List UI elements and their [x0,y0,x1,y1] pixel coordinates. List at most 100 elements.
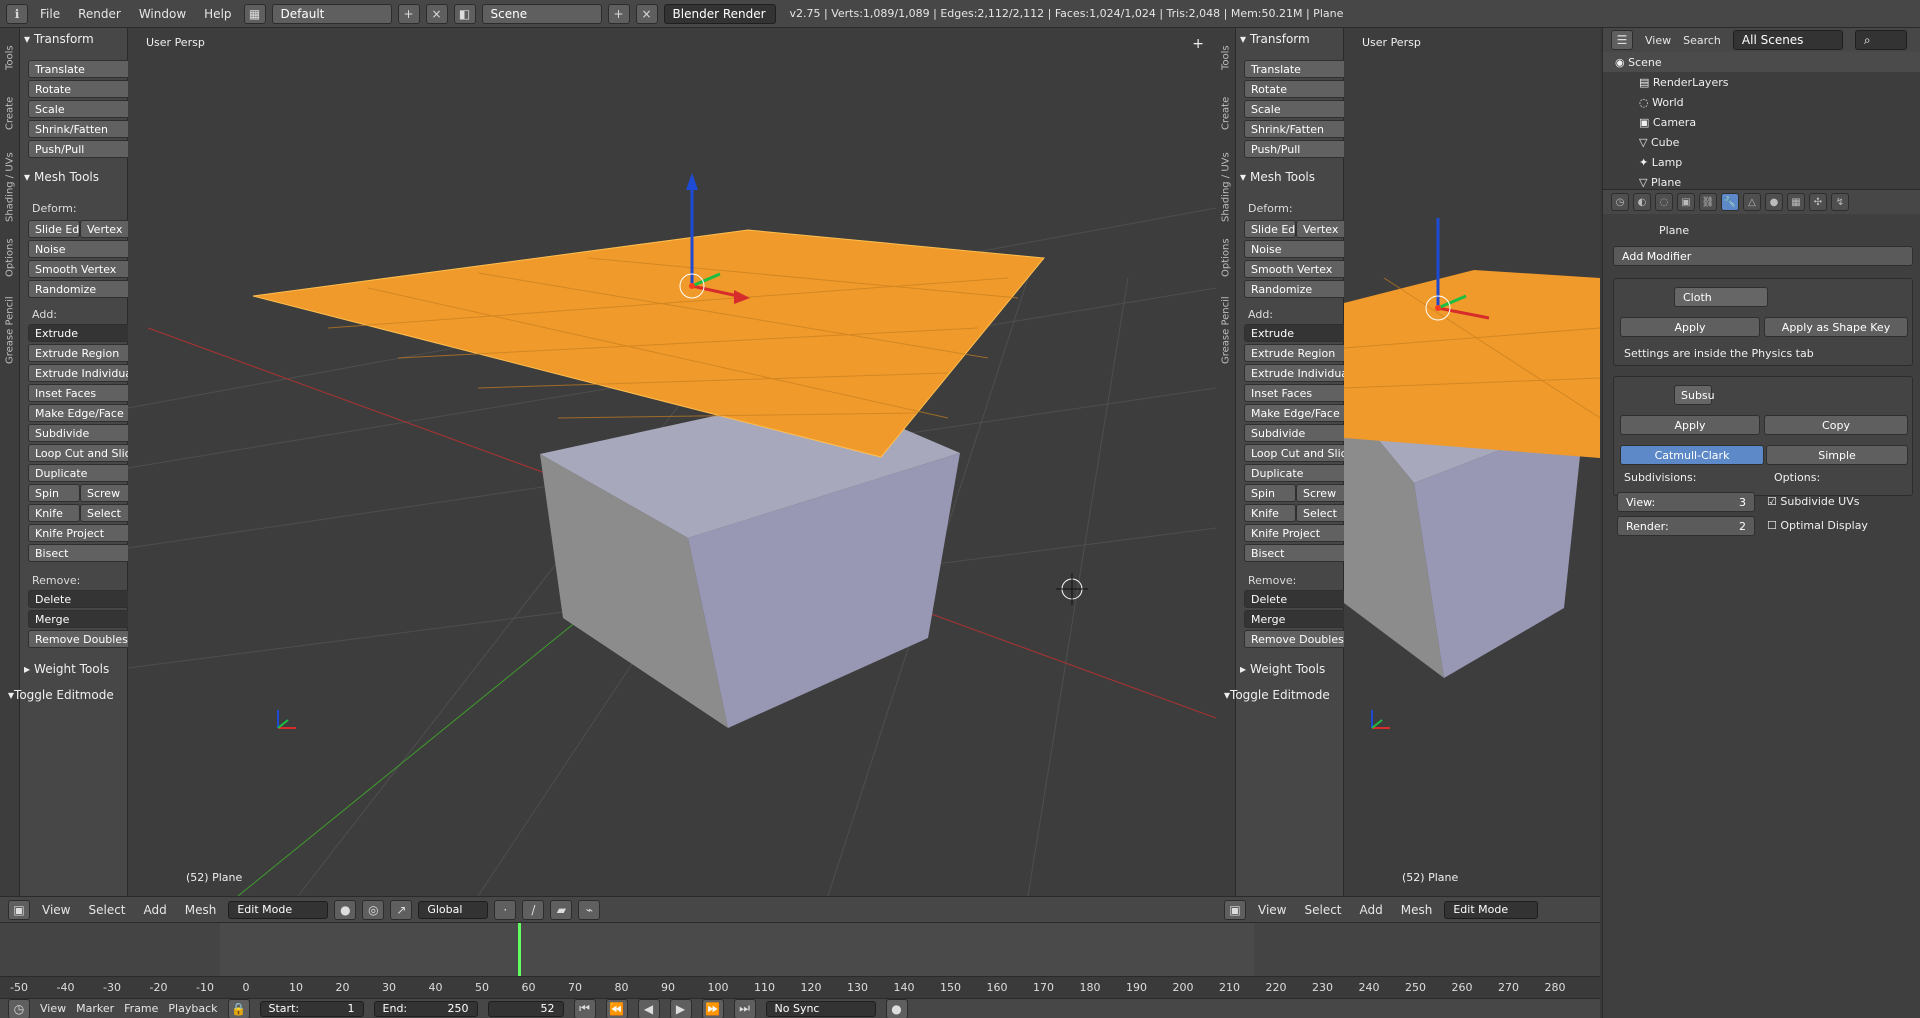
screw-button[interactable]: Screw [80,484,132,502]
shading-icon[interactable]: ● [334,899,357,920]
start-frame-field[interactable]: Start: 1 [259,1000,364,1017]
inset-faces-button[interactable]: Inset Faces [1244,384,1348,402]
tab-grease-pencil[interactable]: Grease Pencil [1216,290,1236,370]
frame-menu[interactable]: Frame [124,1002,158,1015]
cloth-apply-button[interactable]: Apply [1620,317,1760,337]
play-reverse-icon[interactable]: ◀ [637,999,660,1018]
transform-header[interactable]: ▾ Transform [24,30,124,48]
render-engine-selector[interactable]: Blender Render [663,3,776,24]
tab-options[interactable]: Options [1216,234,1236,282]
bisect-button[interactable]: Bisect [28,544,132,562]
knife-button[interactable]: Knife [28,504,80,522]
jump-end-icon[interactable]: ⏭ [733,999,756,1018]
orientation-selector[interactable]: Global [418,900,489,919]
tree-item-renderlayers[interactable]: ▤ RenderLayers [1603,72,1920,92]
editor-type-icon[interactable]: ▣ [1224,899,1246,920]
duplicate-button[interactable]: Duplicate [28,464,132,482]
vertex-button[interactable]: Vertex [80,220,132,238]
toggle-editmode-panel[interactable]: ▾ Toggle Editmode [0,686,128,704]
close-scene-icon[interactable]: × [635,3,658,24]
material-tab-icon[interactable]: ● [1765,193,1783,211]
next-key-icon[interactable]: ⏩ [701,999,724,1018]
add-menu[interactable]: Add [138,903,173,917]
tree-item-scene[interactable]: ◉ Scene [1603,52,1920,72]
edge-select-icon[interactable]: / [522,899,545,920]
remove-doubles-button[interactable]: Remove Doubles [28,630,132,648]
optimal-display-checkbox[interactable]: ☐ Optimal Display [1767,519,1868,532]
delete-dropdown[interactable]: Delete [1244,590,1348,608]
tab-create[interactable]: Create [0,86,20,140]
inset-faces-button[interactable]: Inset Faces [28,384,132,402]
data-tab-icon[interactable]: △ [1743,193,1761,211]
scale-button[interactable]: Scale [1244,100,1348,118]
screw-button[interactable]: Screw [1296,484,1348,502]
layout-grid-icon[interactable]: ▦ [243,3,266,24]
noise-button[interactable]: Noise [28,240,132,258]
timeline-editor[interactable] [0,922,1600,977]
bisect-button[interactable]: Bisect [1244,544,1348,562]
select-button[interactable]: Select [80,504,132,522]
randomize-button[interactable]: Randomize [28,280,132,298]
tab-shading-uvs[interactable]: Shading / UVs [1216,146,1236,228]
menu-file[interactable]: File [34,7,66,21]
constraints-tab-icon[interactable]: ⛓ [1699,193,1717,211]
tree-item-camera[interactable]: ▣ Camera [1603,112,1920,132]
tree-item-plane[interactable]: ▽ Plane [1603,172,1920,192]
face-select-icon[interactable]: ▰ [550,899,573,920]
end-frame-field[interactable]: End: 250 [373,1000,478,1017]
tab-shading-uvs[interactable]: Shading / UVs [0,146,20,228]
merge-dropdown[interactable]: Merge [1244,610,1348,628]
extrude-dropdown[interactable]: Extrude [1244,324,1348,342]
rotate-button[interactable]: Rotate [1244,80,1348,98]
main-3d-viewport[interactable]: User Persp (52) Plane + [128,28,1216,896]
play-icon[interactable]: ▶ [669,999,692,1018]
translate-button[interactable]: Translate [28,60,132,78]
select-button[interactable]: Select [1296,504,1348,522]
shrink-fatten-button[interactable]: Shrink/Fatten [28,120,132,138]
particles-tab-icon[interactable]: ✣ [1809,193,1827,211]
mesh-menu[interactable]: Mesh [1395,903,1439,917]
menu-window[interactable]: Window [133,7,192,21]
weight-tools-section[interactable]: ▸ Weight Tools [1240,660,1340,678]
render-subdivisions-field[interactable]: Render: 2 [1617,516,1755,536]
tree-item-world[interactable]: ◌ World [1603,92,1920,112]
tab-tools[interactable]: Tools [0,34,20,82]
sync-selector[interactable]: No Sync [765,1000,876,1017]
loop-cut-button[interactable]: Loop Cut and Slide [1244,444,1348,462]
add-scene-icon[interactable]: + [607,3,630,24]
spin-button[interactable]: Spin [28,484,80,502]
snap-icon[interactable]: ⌁ [578,899,601,920]
apply-shape-key-button[interactable]: Apply as Shape Key [1764,317,1908,337]
view-subdivisions-field[interactable]: View: 3 [1617,492,1755,512]
add-layout-icon[interactable]: + [397,3,420,24]
view-menu[interactable]: View [36,903,76,917]
editor-type-icon[interactable]: ◷ [8,999,30,1018]
make-edge-face-button[interactable]: Make Edge/Face [1244,404,1348,422]
extrude-region-button[interactable]: Extrude Region [1244,344,1348,362]
noise-button[interactable]: Noise [1244,240,1348,258]
editor-type-icon[interactable]: ☰ [1611,30,1633,50]
duplicate-button[interactable]: Duplicate [1244,464,1348,482]
extrude-dropdown[interactable]: Extrude [28,324,132,342]
spin-button[interactable]: Spin [1244,484,1296,502]
extrude-individual-button[interactable]: Extrude Individual [1244,364,1348,382]
scale-button[interactable]: Scale [28,100,132,118]
catmull-clark-option[interactable]: Catmull-Clark [1620,445,1764,465]
pivot-icon[interactable]: ◎ [362,899,385,920]
mesh-menu[interactable]: Mesh [179,903,223,917]
tree-item-cube[interactable]: ▽ Cube [1603,132,1920,152]
prev-key-icon[interactable]: ⏪ [605,999,628,1018]
close-layout-icon[interactable]: × [425,3,448,24]
scene-tab-icon[interactable]: ◐ [1633,193,1651,211]
transform-header[interactable]: ▾ Transform [1240,30,1340,48]
mode-selector[interactable]: Edit Mode [1444,900,1539,919]
blender-logo-icon[interactable]: ℹ [6,3,28,24]
add-modifier-dropdown[interactable]: Add Modifier [1613,246,1913,266]
knife-button[interactable]: Knife [1244,504,1296,522]
push-pull-button[interactable]: Push/Pull [28,140,132,158]
select-menu[interactable]: Select [82,903,131,917]
lock-icon[interactable]: 🔒 [227,999,250,1018]
render-tab-icon[interactable]: ◷ [1611,193,1629,211]
add-menu[interactable]: Add [1354,903,1389,917]
timeline-view-menu[interactable]: View [40,1002,66,1015]
